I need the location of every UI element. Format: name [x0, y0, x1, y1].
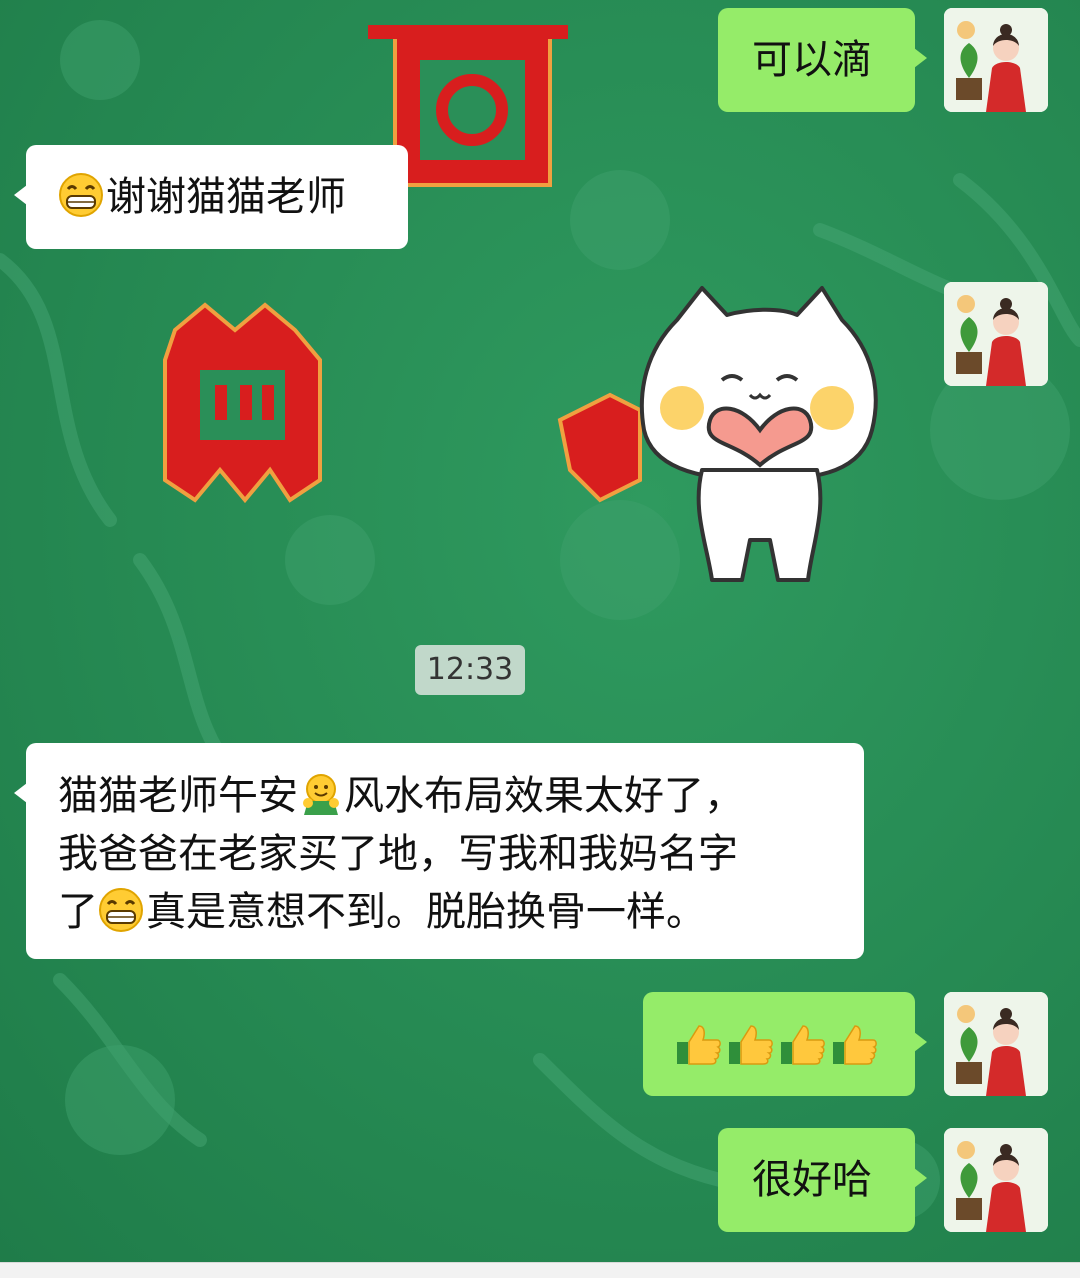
- message-text: 谢谢猫猫老师: [106, 174, 346, 220]
- grin-emoji-icon: [59, 173, 103, 217]
- input-bar-edge: [0, 1262, 1080, 1278]
- outgoing-message-bubble[interactable]: 可以滴: [718, 8, 927, 112]
- message-text: 可以滴: [752, 37, 872, 83]
- avatar-image: [944, 992, 1048, 1096]
- self-avatar[interactable]: [944, 1128, 1048, 1232]
- message-line: 我爸爸在老家买了地，写我和我妈名字: [58, 831, 738, 877]
- outgoing-message-bubble[interactable]: 很好哈: [718, 1128, 927, 1232]
- message-line: 了 真是意想不到。脱胎换骨一样。: [58, 883, 864, 941]
- timestamp-badge: 12:33: [415, 645, 525, 695]
- white-cat-heart-sticker: [639, 286, 878, 582]
- decorative-red-glyph: [557, 392, 642, 503]
- thumbs-up-icon: [833, 1025, 877, 1065]
- thumbs-up-icon: [729, 1025, 773, 1065]
- message-text: 很好哈: [752, 1157, 872, 1203]
- grin-emoji-icon: [99, 888, 143, 932]
- thumbs-up-icon: [677, 1025, 721, 1065]
- message-text: 了: [58, 889, 98, 935]
- avatar-image: [944, 8, 1048, 112]
- incoming-message-bubble[interactable]: 猫猫老师午安 风水布局效果太好了， 我爸爸在老家买了地，写我和我妈名字 了 真是…: [14, 743, 864, 959]
- avatar-image: [944, 1128, 1048, 1232]
- message-text: 风水布局效果太好了，: [344, 773, 744, 819]
- cat-sticker[interactable]: [632, 280, 887, 595]
- self-avatar[interactable]: [944, 282, 1048, 386]
- message-text: 真是意想不到。脱胎换骨一样。: [146, 889, 706, 935]
- avatar-image: [944, 282, 1048, 386]
- message-text: 猫猫老师午安: [58, 773, 298, 819]
- decorative-red-glyph: [163, 302, 322, 504]
- self-avatar[interactable]: [944, 992, 1048, 1096]
- hug-emoji-icon: [303, 774, 339, 815]
- incoming-message-bubble[interactable]: 谢谢猫猫老师: [14, 145, 408, 249]
- message-line: 猫猫老师午安 风水布局效果太好了，: [58, 767, 864, 825]
- outgoing-message-bubble[interactable]: [643, 992, 927, 1096]
- thumbs-up-icon: [781, 1025, 825, 1065]
- self-avatar[interactable]: [944, 8, 1048, 112]
